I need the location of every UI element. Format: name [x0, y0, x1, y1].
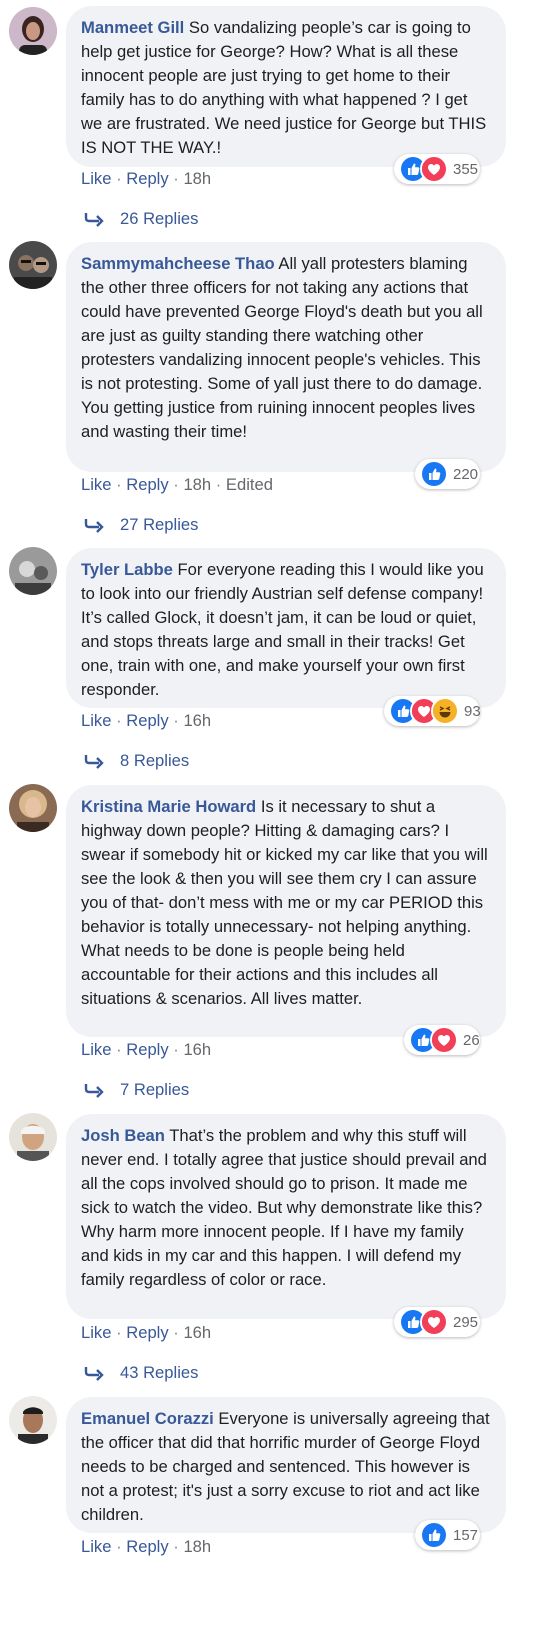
reply-link[interactable]: Reply: [126, 475, 168, 494]
replies-count[interactable]: 43 Replies: [120, 1363, 198, 1383]
reply-arrow-icon: [84, 1084, 104, 1098]
love-icon: [420, 155, 448, 183]
timestamp[interactable]: 16h: [183, 1040, 211, 1059]
like-link[interactable]: Like: [81, 169, 111, 188]
view-replies-link[interactable]: 26 Replies: [84, 209, 198, 229]
reaction-count: 295: [453, 1313, 479, 1331]
like-link[interactable]: Like: [81, 711, 111, 730]
comment-author[interactable]: Manmeet Gill: [81, 18, 184, 37]
reaction-count: 355: [453, 160, 479, 178]
reply-link[interactable]: Reply: [126, 1537, 168, 1556]
avatar[interactable]: [9, 241, 57, 289]
comment-actions: Like · Reply · 18h · Edited: [81, 475, 273, 494]
love-icon: [420, 1308, 448, 1336]
like-icon: [420, 460, 448, 488]
reply-link[interactable]: Reply: [126, 169, 168, 188]
timestamp[interactable]: 18h: [183, 1537, 211, 1556]
reply-link[interactable]: Reply: [126, 1040, 168, 1059]
comment-author[interactable]: Emanuel Corazzi: [81, 1409, 214, 1428]
comment-author[interactable]: Kristina Marie Howard: [81, 797, 256, 816]
like-link[interactable]: Like: [81, 475, 111, 494]
comment-bubble: Sammymahcheese Thao All yall protesters …: [66, 242, 506, 472]
comment-text: Is it necessary to shut a highway down p…: [81, 797, 488, 1008]
reply-link[interactable]: Reply: [126, 1323, 168, 1342]
like-link[interactable]: Like: [81, 1537, 111, 1556]
reaction-summary[interactable]: 220: [415, 459, 480, 489]
replies-count[interactable]: 7 Replies: [120, 1080, 189, 1100]
comment-bubble: Kristina Marie Howard Is it necessary to…: [66, 785, 506, 1037]
edited-label[interactable]: Edited: [226, 475, 273, 494]
avatar[interactable]: [9, 784, 57, 832]
view-replies-link[interactable]: 8 Replies: [84, 751, 189, 771]
comment-actions: Like · Reply · 16h: [81, 711, 212, 730]
comment-bubble: Tyler Labbe For everyone reading this I …: [66, 548, 506, 708]
reaction-summary[interactable]: 157: [415, 1520, 480, 1550]
comment-actions: Like · Reply · 18h: [81, 1537, 212, 1556]
like-link[interactable]: Like: [81, 1323, 111, 1342]
replies-count[interactable]: 26 Replies: [120, 209, 198, 229]
view-replies-link[interactable]: 7 Replies: [84, 1080, 189, 1100]
comment-actions: Like · Reply · 16h: [81, 1040, 212, 1059]
comment-actions: Like · Reply · 18h: [81, 169, 212, 188]
reply-arrow-icon: [84, 519, 104, 533]
avatar[interactable]: [9, 547, 57, 595]
comment-text: That’s the problem and why this stuff wi…: [81, 1126, 487, 1289]
reaction-count: 220: [453, 465, 479, 483]
like-link[interactable]: Like: [81, 1040, 111, 1059]
reaction-summary[interactable]: 26: [404, 1025, 480, 1055]
reply-link[interactable]: Reply: [126, 711, 168, 730]
reaction-summary[interactable]: 355: [394, 154, 480, 184]
comment-text: All yall protesters blaming the other th…: [81, 254, 483, 441]
comment-bubble: Emanuel Corazzi Everyone is universally …: [66, 1397, 506, 1533]
like-icon: [420, 1521, 448, 1549]
timestamp[interactable]: 16h: [183, 711, 211, 730]
comment-author[interactable]: Josh Bean: [81, 1126, 165, 1145]
comment-bubble: Josh Bean That’s the problem and why thi…: [66, 1114, 506, 1319]
reaction-count: 93: [464, 702, 481, 720]
comment-author[interactable]: Tyler Labbe: [81, 560, 173, 579]
reaction-summary[interactable]: 93: [384, 696, 481, 726]
timestamp[interactable]: 18h: [183, 169, 211, 188]
timestamp[interactable]: 16h: [183, 1323, 211, 1342]
avatar[interactable]: [9, 1113, 57, 1161]
reply-arrow-icon: [84, 755, 104, 769]
comment-author[interactable]: Sammymahcheese Thao: [81, 254, 275, 273]
reply-arrow-icon: [84, 213, 104, 227]
avatar[interactable]: [9, 7, 57, 55]
reaction-count: 157: [453, 1526, 479, 1544]
comment-bubble: Manmeet Gill So vandalizing people’s car…: [66, 6, 506, 167]
replies-count[interactable]: 8 Replies: [120, 751, 189, 771]
reaction-count: 26: [463, 1031, 480, 1049]
view-replies-link[interactable]: 27 Replies: [84, 515, 198, 535]
avatar[interactable]: [9, 1396, 57, 1444]
love-icon: [430, 1026, 458, 1054]
reaction-summary[interactable]: 295: [394, 1307, 480, 1337]
comment-text: So vandalizing people’s car is going to …: [81, 18, 487, 157]
reply-arrow-icon: [84, 1367, 104, 1381]
replies-count[interactable]: 27 Replies: [120, 515, 198, 535]
comment-text: For everyone reading this I would like y…: [81, 560, 484, 699]
timestamp[interactable]: 18h: [183, 475, 211, 494]
view-replies-link[interactable]: 43 Replies: [84, 1363, 198, 1383]
comment-actions: Like · Reply · 16h: [81, 1323, 212, 1342]
haha-icon: [431, 697, 459, 725]
